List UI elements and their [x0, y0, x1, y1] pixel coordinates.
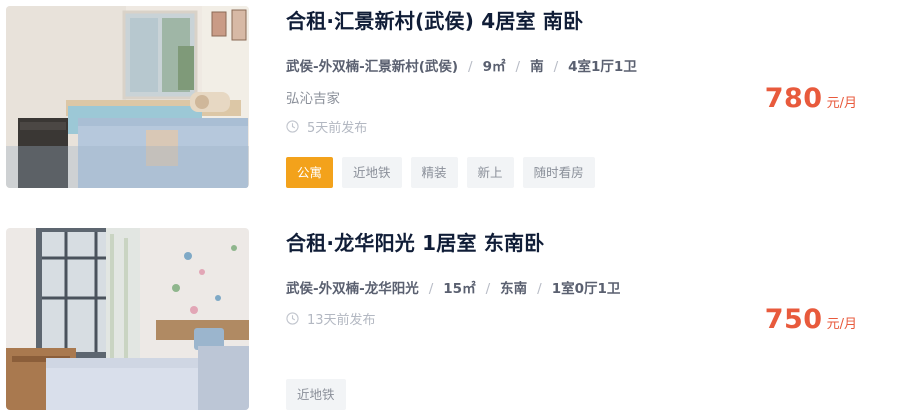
clock-icon [286, 120, 299, 133]
time-text: 13天前发布 [307, 313, 376, 328]
meta-layout: 4室1厅1卫 [568, 59, 637, 75]
meta-area: 15㎡ [443, 281, 476, 297]
listing-price: 750 元/月 [765, 304, 857, 335]
tag-near-subway: 近地铁 [286, 379, 346, 410]
listing-agent: 弘沁吉家 [286, 91, 340, 107]
time-text: 5天前发布 [307, 121, 368, 136]
tag-apartment: 公寓 [286, 157, 334, 188]
meta-orientation: 南 [530, 59, 544, 75]
price-value: 750 [764, 304, 823, 335]
listing-photo[interactable] [6, 228, 249, 410]
listing-card[interactable]: 合租·汇景新村(武侯) 4居室 南卧 武侯-外双楠-汇景新村(武侯) / 9㎡ / 南 /… [0, 0, 911, 200]
meta-separator: / [468, 59, 473, 75]
listing-title[interactable]: 合租·汇景新村(武侯) 4居室 南卧 [286, 5, 583, 34]
clock-icon [286, 312, 299, 325]
meta-separator: / [515, 59, 521, 75]
room-photo-image [6, 228, 249, 410]
meta-separator: / [428, 281, 434, 297]
listing-photo[interactable] [6, 6, 249, 188]
tag-list: 公寓 近地铁 精装 新上 随时看房 [286, 157, 595, 188]
meta-layout: 1室0厅1卫 [551, 281, 621, 297]
listing-price: 780 元/月 [765, 83, 857, 114]
tag-list: 近地铁 [286, 379, 346, 410]
listing-meta: 武侯-外双楠-汇景新村(武侯) / 9㎡ / 南 / 4室1厅1卫 [286, 55, 637, 75]
meta-orientation: 东南 [500, 281, 528, 297]
price-value: 780 [764, 83, 823, 114]
price-unit: 元/月 [826, 317, 857, 332]
listing-card[interactable]: 合租·龙华阳光 1居室 东南卧 武侯-外双楠-龙华阳光 / 15㎡ / 东南 / 1室0厅1… [0, 220, 911, 419]
listing-time: 5天前发布 [286, 117, 367, 136]
tag-fine-decoration: 精装 [410, 157, 458, 188]
price-unit: 元/月 [826, 96, 857, 111]
tag-new: 新上 [466, 157, 514, 188]
meta-separator: / [553, 59, 559, 75]
tag-view-anytime: 随时看房 [522, 157, 595, 188]
meta-location[interactable]: 武侯-外双楠-龙华阳光 [286, 281, 419, 297]
meta-separator: / [537, 281, 542, 297]
meta-location[interactable]: 武侯-外双楠-汇景新村(武侯) [286, 59, 458, 75]
listing-meta: 武侯-外双楠-龙华阳光 / 15㎡ / 东南 / 1室0厅1卫 [286, 277, 620, 297]
listing-title[interactable]: 合租·龙华阳光 1居室 东南卧 [286, 227, 544, 256]
meta-area: 9㎡ [482, 59, 506, 75]
meta-separator: / [485, 281, 491, 297]
tag-near-subway: 近地铁 [342, 157, 402, 188]
listing-time: 13天前发布 [286, 309, 376, 328]
room-photo-image [6, 6, 249, 188]
